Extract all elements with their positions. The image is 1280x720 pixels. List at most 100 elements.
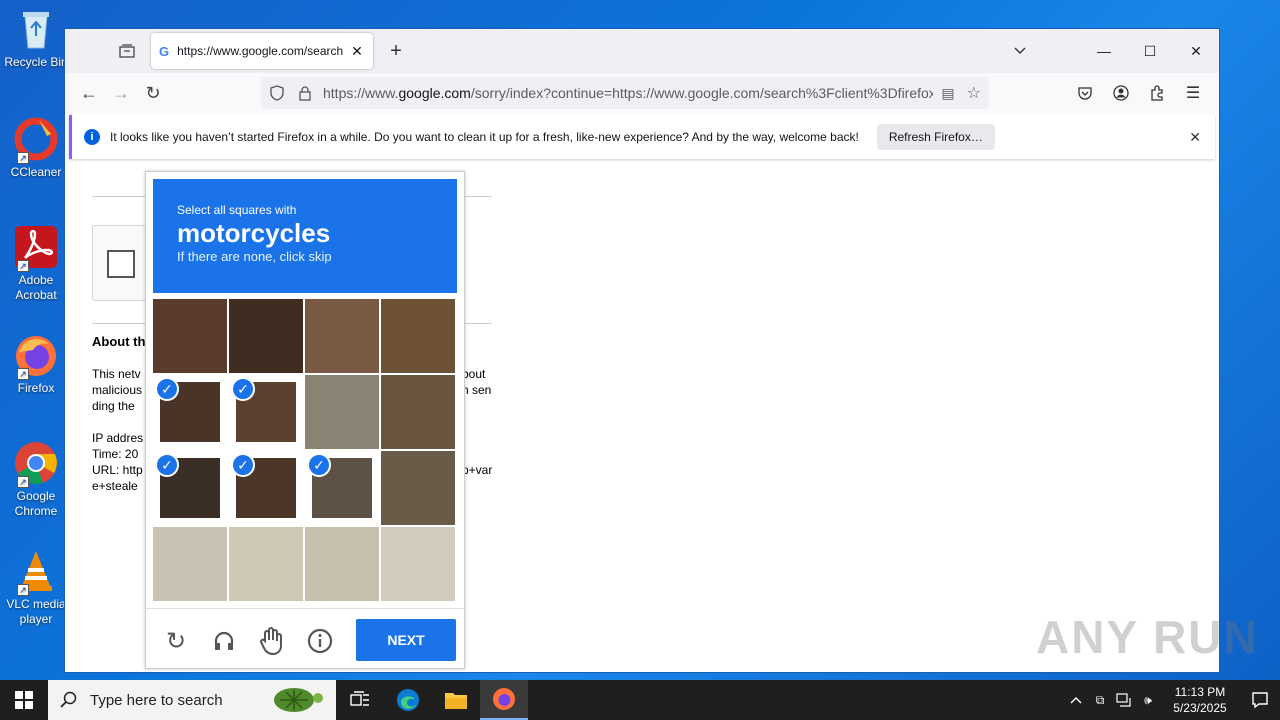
forward-button[interactable]: → (105, 77, 137, 109)
refresh-firefox-button[interactable]: Refresh Firefox… (876, 124, 995, 150)
challenge-tile[interactable] (381, 299, 455, 373)
desktop-icon-label: CCleaner (10, 165, 62, 179)
challenge-tile[interactable] (229, 527, 303, 601)
tab-google-search[interactable]: G https://www.google.com/search ✕ (151, 33, 373, 69)
reload-challenge-icon[interactable]: ↻ (162, 627, 190, 655)
challenge-tile[interactable] (229, 299, 303, 373)
taskbar: Type here to search ⧉ 🕪 11:13 PM 5/23/20… (0, 680, 1280, 720)
taskbar-file-explorer[interactable] (432, 680, 480, 720)
challenge-header: Select all squares with motorcycles If t… (153, 179, 457, 293)
action-center-button[interactable] (1240, 680, 1280, 720)
clock[interactable]: 11:13 PM 5/23/2025 (1160, 684, 1240, 716)
challenge-footer: ↻ NEXT (146, 608, 464, 668)
challenge-tile[interactable]: ✓ (305, 451, 379, 525)
desktop-icon-ccleaner[interactable]: ↗ CCleaner (4, 116, 68, 180)
chevron-down-icon (1014, 47, 1026, 54)
new-tab-button[interactable]: + (381, 36, 411, 66)
desktop-icon-adobe-acrobat[interactable]: ↗ Adobe Acrobat (4, 224, 68, 303)
checkmark-icon: ✓ (231, 453, 255, 477)
report-hand-icon[interactable] (258, 627, 286, 655)
volume-icon[interactable]: 🕪 (1136, 680, 1160, 720)
system-tray: ⧉ 🕪 11:13 PM 5/23/2025 (1064, 680, 1280, 720)
window-controls: — ☐ ✕ (1081, 29, 1219, 73)
maximize-button[interactable]: ☐ (1127, 29, 1173, 73)
checkmark-icon: ✓ (307, 453, 331, 477)
search-icon (60, 691, 77, 708)
extensions-icon[interactable] (1139, 77, 1175, 109)
challenge-tile[interactable] (153, 299, 227, 373)
chrome-icon: ↗ (13, 440, 59, 488)
ccleaner-icon: ↗ (13, 116, 59, 164)
navigation-bar: ← → ↻ https://www.google.com/sorry/index… (65, 73, 1219, 113)
close-notification-icon[interactable]: ✕ (1189, 129, 1201, 146)
start-button[interactable] (0, 680, 48, 720)
clock-time: 11:13 PM (1174, 685, 1226, 699)
desktop-icon-vlc[interactable]: ↗ VLC media player (4, 548, 68, 627)
back-button[interactable]: ← (73, 77, 105, 109)
checkmark-icon: ✓ (155, 377, 179, 401)
page-text-fragment: p+var (462, 463, 493, 477)
page-content: About th This netv malicious ding the IP… (65, 159, 1219, 669)
list-all-tabs-button[interactable] (1005, 29, 1035, 73)
challenge-tile[interactable] (381, 375, 455, 449)
recaptcha-checkbox[interactable] (107, 250, 135, 278)
toolbar-right: ☰ (1067, 77, 1211, 109)
challenge-tile[interactable]: ✓ (153, 375, 227, 449)
shield-icon[interactable] (269, 85, 285, 101)
desktop-icon-firefox[interactable]: ↗ Firefox (4, 332, 68, 396)
edge-icon (397, 689, 419, 711)
url-bar[interactable]: https://www.google.com/sorry/index?conti… (261, 77, 989, 109)
info-icon[interactable] (306, 627, 334, 655)
challenge-tile[interactable]: ✓ (229, 451, 303, 525)
notification-message: It looks like you haven’t started Firefo… (110, 130, 859, 144)
challenge-tile[interactable] (305, 299, 379, 373)
taskbar-search[interactable]: Type here to search (48, 680, 336, 720)
bookmark-star-icon[interactable]: ☆ (967, 83, 981, 103)
device-icon[interactable]: ⧉ (1088, 680, 1112, 720)
challenge-hint: If there are none, click skip (177, 249, 332, 264)
close-window-button[interactable]: ✕ (1173, 29, 1219, 73)
notification-icon (1252, 692, 1268, 709)
audio-challenge-icon[interactable] (210, 627, 238, 655)
taskbar-edge[interactable] (384, 680, 432, 720)
google-favicon-icon: G (159, 43, 170, 59)
firefox-icon (493, 688, 515, 710)
vlc-icon: ↗ (13, 548, 59, 596)
next-button[interactable]: NEXT (356, 619, 456, 661)
minimize-button[interactable]: — (1081, 29, 1127, 73)
desktop-icon-recycle-bin[interactable]: Recycle Bin (4, 6, 68, 70)
tab-close-icon[interactable]: ✕ (349, 43, 365, 60)
notification-bar: i It looks like you haven’t started Fire… (69, 115, 1215, 159)
taskbar-firefox[interactable] (480, 680, 528, 720)
lock-icon[interactable] (297, 85, 313, 101)
challenge-instruction: Select all squares with (177, 203, 297, 217)
challenge-tile[interactable] (381, 451, 455, 525)
account-icon[interactable] (1103, 77, 1139, 109)
reload-button[interactable]: ↻ (137, 77, 169, 109)
show-hidden-icons-chevron-icon[interactable] (1064, 680, 1088, 720)
browser-window: G https://www.google.com/search ✕ + — ☐ … (64, 28, 1220, 673)
network-icon[interactable] (1112, 680, 1136, 720)
desktop-icon-label: Google Chrome (14, 489, 58, 518)
task-view-button[interactable] (336, 680, 384, 720)
reader-view-icon[interactable]: ▤ (941, 85, 954, 102)
info-icon: i (84, 129, 100, 145)
windows-icon (15, 691, 33, 709)
pocket-icon[interactable] (1067, 77, 1103, 109)
challenge-tile[interactable] (305, 375, 379, 449)
challenge-tile[interactable] (305, 527, 379, 601)
menu-icon[interactable]: ☰ (1175, 77, 1211, 109)
recaptcha-challenge: Select all squares with motorcycles If t… (145, 171, 465, 669)
desktop-icon-google-chrome[interactable]: ↗ Google Chrome (4, 440, 68, 519)
task-view-icon (350, 691, 369, 706)
challenge-grid: ✓ ✓ ✓ ✓ ✓ (153, 299, 457, 603)
challenge-tile[interactable]: ✓ (229, 375, 303, 449)
desktop-icon-label: Recycle Bin (4, 55, 68, 69)
firefox-view-button[interactable] (109, 35, 145, 67)
challenge-tile[interactable] (381, 527, 455, 601)
challenge-tile[interactable] (153, 527, 227, 601)
recaptcha-checkbox-container (92, 225, 152, 301)
checkmark-icon: ✓ (231, 377, 255, 401)
challenge-tile[interactable]: ✓ (153, 451, 227, 525)
desktop-icon-label: Adobe Acrobat (15, 273, 57, 302)
